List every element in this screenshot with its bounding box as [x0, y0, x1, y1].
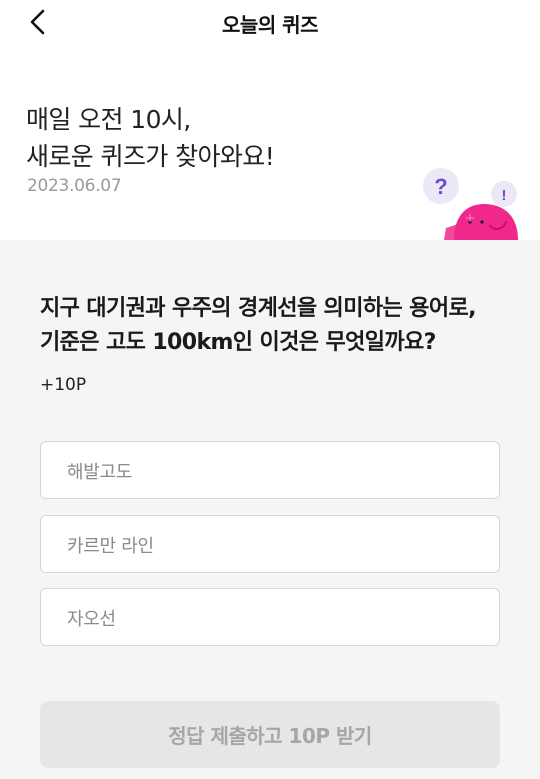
- answer-option-label: 해발고도: [67, 462, 133, 483]
- quiz-panel: 지구 대기권과 우주의 경계선을 의미하는 용어로, 기준은 고도 100km인…: [0, 240, 540, 779]
- hero-banner: 매일 오전 10시, 새로운 퀴즈가 찾아와요! 2023.06.07 ? !: [0, 46, 540, 240]
- answer-option-label: 자오선: [67, 609, 116, 630]
- quiz-date: 2023.06.07: [27, 176, 122, 196]
- mascot-question-mark: ?: [434, 174, 447, 199]
- hero-headline-line2: 새로운 퀴즈가 찾아와요!: [26, 142, 275, 171]
- quiz-question: 지구 대기권과 우주의 경계선을 의미하는 용어로, 기준은 고도 100km인…: [40, 292, 510, 360]
- quiz-mascot-illustration: ? !: [423, 168, 518, 240]
- answer-option-3[interactable]: 자오선: [40, 588, 500, 646]
- answer-option-2[interactable]: 카르만 라인: [40, 515, 500, 573]
- reward-points: +10P: [40, 375, 87, 395]
- quiz-question-line2: 기준은 고도 100km인 이것은 무엇일까요?: [40, 330, 436, 355]
- answer-option-label: 카르만 라인: [67, 536, 154, 557]
- mascot-exclamation: !: [502, 187, 507, 204]
- answer-option-1[interactable]: 해발고도: [40, 441, 500, 499]
- quiz-question-line1: 지구 대기권과 우주의 경계선을 의미하는 용어로,: [40, 296, 476, 321]
- submit-answer-label: 정답 제출하고 10P 받기: [168, 724, 372, 748]
- header-bar: 오늘의 퀴즈: [0, 0, 540, 46]
- hero-headline-line1: 매일 오전 10시,: [26, 105, 191, 134]
- page-title: 오늘의 퀴즈: [222, 13, 318, 37]
- submit-answer-button[interactable]: 정답 제출하고 10P 받기: [40, 701, 500, 768]
